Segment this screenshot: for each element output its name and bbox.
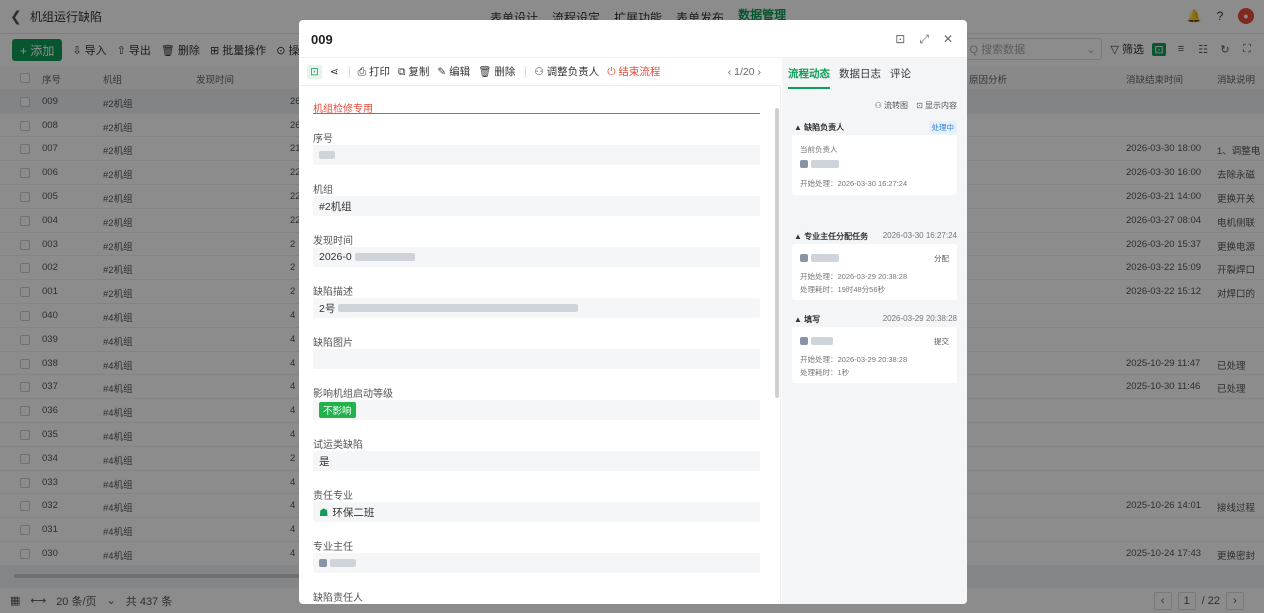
record-detail-modal: 009 ⊡ ⤢ ✕ ⊡ ⋖ ⎙ 打印 ⧉ 复制 ✎ 编辑 🗑 删除 ⚇ 调整负责…	[299, 20, 967, 604]
flow-panel: 流程动态 数据日志 评论 ⚇ 流转图 ⊡ 显示内容 ▲ 缺陷负责人 处理中 当前…	[782, 58, 967, 604]
field-label-impact: 影响机组启动等级	[313, 389, 393, 400]
blurred-value	[330, 559, 356, 567]
step-line: 开始处理：2026-03-30 16:27:24	[800, 179, 908, 188]
field-label-desc: 缺陷描述	[313, 287, 353, 298]
avatar	[800, 254, 808, 263]
field-label-trial: 试运类缺陷	[313, 440, 363, 451]
blurred-value	[811, 337, 833, 346]
status-badge: 处理中	[928, 121, 957, 134]
maximize-icon[interactable]: ⤢	[919, 32, 929, 47]
step-line: 处理耗时：19时48分56秒	[800, 285, 886, 294]
record-navigator[interactable]: ‹ 1/20 ›	[728, 66, 761, 78]
divider	[525, 65, 527, 78]
blurred-value	[811, 254, 839, 263]
field-no	[313, 145, 760, 165]
blurred-value	[338, 304, 579, 312]
close-icon[interactable]: ✕	[943, 32, 953, 47]
field-label-unit: 机组	[313, 185, 333, 196]
adjust-owner-button[interactable]: ⚇ 调整负责人	[534, 64, 599, 79]
form-scrollbar[interactable]	[775, 108, 779, 398]
avatar	[319, 559, 327, 567]
field-label-image: 缺陷图片	[313, 338, 353, 349]
field-desc-value: 2号	[319, 302, 336, 315]
show-content-link[interactable]: ⊡ 显示内容	[916, 100, 957, 111]
split-view-icon[interactable]: ⊡	[895, 32, 905, 47]
step-card: 分配 开始处理：2026-03-29 20:38:28 处理耗时：19时48分5…	[792, 244, 957, 300]
step-assignee	[800, 159, 839, 169]
field-label-dept: 责任专业	[313, 491, 353, 502]
record-form: 机组检修专用 序号 机组 #2机组 发现时间 2026-0 缺陷描述 2号 缺陷…	[299, 86, 781, 604]
avatar	[800, 160, 808, 169]
field-label-director: 专业主任	[313, 542, 353, 553]
blurred-value	[354, 253, 415, 261]
step-assignee	[800, 253, 839, 263]
step-card: 当前负责人 开始处理：2026-03-30 16:27:24	[792, 135, 957, 195]
step-time: 2026-03-30 16:27:24	[882, 231, 957, 240]
avatar	[800, 337, 808, 346]
modal-title: 009	[311, 32, 333, 47]
step-title: ▲ 缺陷负责人	[794, 123, 845, 132]
step-line: 开始处理：2026-03-29 20:38:28	[800, 272, 908, 281]
blurred-value	[319, 151, 335, 159]
field-desc: 2号	[313, 298, 760, 318]
field-label-time: 发现时间	[313, 236, 353, 247]
field-time-value: 2026-0	[319, 251, 352, 263]
section-title: 机组检修专用	[313, 100, 760, 115]
impact-tag: 不影响	[319, 402, 356, 418]
delete-record-button[interactable]: 🗑 删除	[478, 64, 515, 79]
modal-toolbar: ⊡ ⋖ ⎙ 打印 ⧉ 复制 ✎ 编辑 🗑 删除 ⚇ 调整负责人 ⏻ 结束流程 ‹…	[299, 58, 781, 86]
step-line: 处理耗时：1秒	[800, 368, 850, 377]
share-icon[interactable]: ⋖	[330, 66, 339, 78]
step-line: 开始处理：2026-03-29 20:38:28	[800, 355, 908, 364]
end-flow-button[interactable]: ⏻ 结束流程	[607, 64, 660, 79]
step-title: ▲ 专业主任分配任务	[794, 232, 869, 241]
tab-comments[interactable]: 评论	[890, 66, 911, 89]
step-line: 当前负责人	[800, 145, 838, 154]
team-name: 环保二班	[332, 506, 375, 519]
blurred-value	[811, 160, 839, 169]
field-image	[313, 349, 760, 369]
step-card: 提交 开始处理：2026-03-29 20:38:28 处理耗时：1秒	[792, 327, 957, 383]
step-assignee	[800, 336, 833, 346]
flow-chart-link[interactable]: ⚇ 流转图	[875, 100, 908, 111]
field-director	[313, 553, 760, 573]
field-unit: #2机组	[313, 196, 760, 216]
tab-flow[interactable]: 流程动态	[788, 66, 830, 89]
step-title: ▲ 填写	[794, 315, 821, 324]
tab-data-log[interactable]: 数据日志	[839, 66, 881, 89]
team-icon: ☗	[319, 506, 329, 519]
field-dept: ☗ 环保二班	[313, 502, 760, 522]
print-button[interactable]: ⎙ 打印	[358, 64, 390, 79]
field-trial: 是	[313, 451, 760, 471]
step-action: 分配	[934, 254, 949, 263]
modal-header: 009 ⊡ ⤢ ✕	[299, 20, 967, 58]
divider	[348, 65, 350, 78]
field-label-owner: 缺陷责任人	[313, 593, 363, 604]
form-view-icon[interactable]: ⊡	[307, 64, 322, 79]
field-label-no: 序号	[313, 134, 333, 145]
copy-button[interactable]: ⧉ 复制	[398, 64, 429, 79]
step-time: 2026-03-29 20:38:28	[882, 314, 957, 323]
edit-button[interactable]: ✎ 编辑	[437, 64, 470, 79]
field-time: 2026-0	[313, 247, 760, 267]
step-action: 提交	[934, 337, 949, 346]
field-impact: 不影响	[313, 400, 760, 420]
